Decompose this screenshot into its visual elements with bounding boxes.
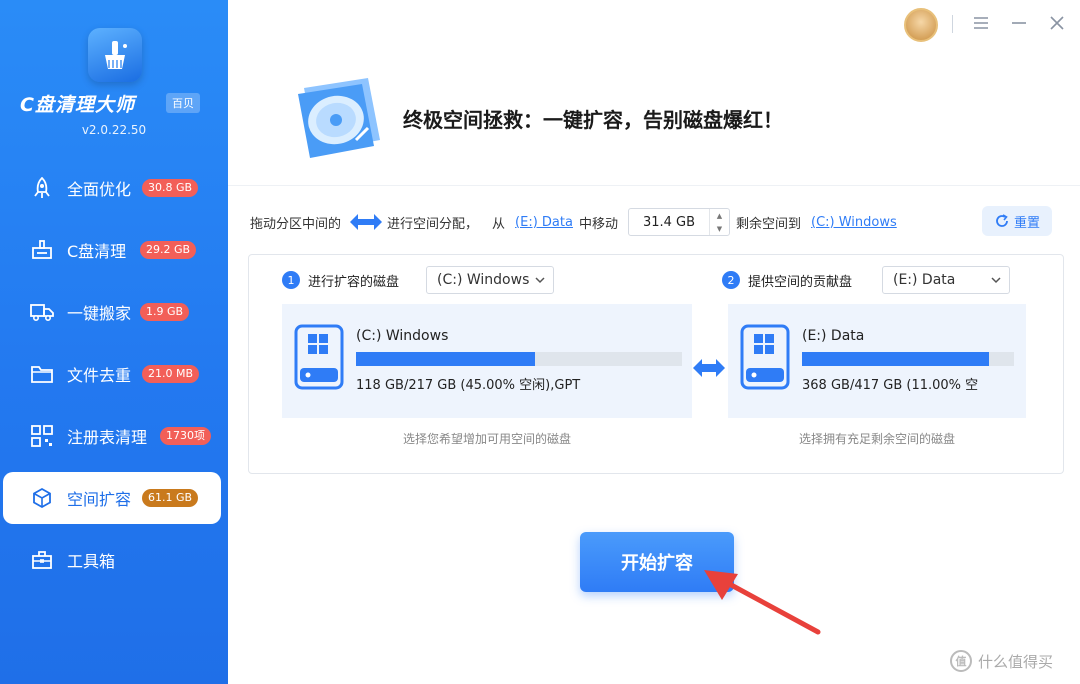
separator [952, 15, 953, 33]
count-badge: 1730项 [160, 427, 211, 445]
refresh-icon [996, 214, 1008, 227]
section-label: 进行扩容的磁盘 [308, 274, 400, 290]
watermark-text: 什么值得买 [978, 652, 1054, 671]
size-badge: 21.0 MB [142, 365, 200, 383]
step-number: 1 [282, 271, 300, 289]
sidebar-item-space-expand[interactable]: 空间扩容 61.1 GB [3, 472, 221, 524]
size-badge: 61.1 GB [142, 489, 199, 507]
size-badge: 29.2 GB [140, 241, 197, 259]
page-title: 终极空间拯救：一键扩容，告别磁盘爆红！ [403, 108, 783, 132]
watermark-logo: 值 [950, 650, 972, 672]
toolbox-icon [30, 548, 54, 572]
instruction-text: 进行空间分配， [387, 216, 479, 232]
source-disk-link[interactable]: (E:) Data [515, 215, 573, 230]
sidebar-item-label: 全面优化 [67, 180, 132, 199]
size-badge: 30.8 GB [142, 179, 199, 197]
app-version: v2.0.22.50 [81, 123, 147, 137]
truck-icon [30, 300, 54, 324]
hard-drive-icon [294, 324, 344, 390]
sidebar-item-label: 文件去重 [67, 366, 132, 385]
minimize-button[interactable] [1008, 12, 1030, 34]
chevron-down-icon [535, 277, 545, 284]
instruction-text: 拖动分区中间的 [250, 216, 342, 232]
double-arrow-icon [350, 214, 383, 230]
disk-usage-fill [802, 352, 989, 366]
menu-button[interactable] [970, 12, 992, 34]
broom-logo-icon [105, 41, 127, 69]
hard-drive-icon [740, 324, 790, 390]
reset-button[interactable]: 重置 [982, 206, 1052, 236]
window-controls [880, 0, 1080, 48]
step-number: 2 [722, 271, 740, 289]
disk-name: (E:) Data [802, 328, 865, 344]
disk-name: (C:) Windows [356, 328, 449, 344]
section-label: 提供空间的贡献盘 [748, 274, 853, 290]
amount-value: 31.4 GB [642, 214, 696, 230]
instruction-text: 中移动 [578, 216, 618, 232]
sidebar-item-label: 注册表清理 [67, 428, 148, 447]
swap-arrows-icon[interactable] [692, 356, 726, 380]
amount-stepper[interactable]: 31.4 GB ▲ ▼ [627, 208, 730, 236]
user-avatar[interactable] [904, 8, 938, 42]
expand-disk-select[interactable]: (C:) Windows [426, 266, 554, 294]
disk-info: 118 GB/217 GB (45.00% 空闲),GPT [356, 378, 581, 393]
watermark: 值 什么值得买 [950, 650, 1053, 672]
close-button[interactable] [1046, 12, 1068, 34]
donor-hint: 选择拥有充足剩余空间的磁盘 [798, 432, 955, 446]
select-value: (E:) Data [893, 272, 956, 288]
minimize-icon [1012, 22, 1026, 24]
close-icon [1050, 16, 1064, 30]
qr-grid-icon [30, 424, 54, 448]
disk-usage-bar [802, 352, 1014, 366]
sidebar-item-full-optimize[interactable]: 全面优化 30.8 GB [0, 162, 228, 214]
sidebar-item-dedupe[interactable]: 文件去重 21.0 MB [0, 348, 228, 400]
disk-usage-fill [356, 352, 536, 366]
sidebar-item-toolbox[interactable]: 工具箱 [0, 534, 228, 586]
sidebar: C盘清理大师 百贝 v2.0.22.50 全面优化 30.8 GB C盘清理 2… [0, 0, 228, 684]
disk-hero-icon [286, 70, 386, 166]
donor-section-header: 2 提供空间的贡献盘 [722, 266, 852, 294]
divider [228, 185, 1080, 186]
donor-disk-select[interactable]: (E:) Data [882, 266, 1010, 294]
sidebar-item-label: C盘清理 [67, 242, 127, 261]
reset-label: 重置 [1013, 215, 1040, 231]
rocket-icon [30, 176, 54, 200]
expand-hint: 选择您希望增加可用空间的磁盘 [402, 432, 571, 446]
hamburger-icon [974, 17, 988, 29]
app-name: C盘清理大师 [20, 94, 135, 116]
decrement-arrow-icon[interactable]: ▼ [710, 222, 729, 235]
select-value: (C:) Windows [437, 272, 530, 288]
expand-disk-card[interactable]: (C:) Windows 118 GB/217 GB (45.00% 空闲),G… [282, 304, 692, 418]
folder-icon [30, 362, 54, 386]
red-pointer-arrow-icon [704, 570, 821, 635]
instruction-text: 从 [492, 216, 506, 232]
instruction-row: 拖动分区中间的 进行空间分配， 从 (E:) Data 中移动 31.4 GB … [250, 208, 903, 236]
disk-info: 368 GB/417 GB (11.00% 空 [802, 378, 979, 393]
disk-usage-bar [356, 352, 682, 366]
sidebar-item-label: 工具箱 [67, 552, 116, 571]
broom-icon [30, 238, 54, 262]
sidebar-item-label: 空间扩容 [67, 490, 132, 509]
donor-disk-card[interactable]: (E:) Data 368 GB/417 GB (11.00% 空 [728, 304, 1026, 418]
sidebar-item-c-clean[interactable]: C盘清理 29.2 GB [0, 224, 228, 276]
sidebar-item-label: 一键搬家 [67, 304, 132, 323]
chevron-down-icon [991, 277, 1001, 284]
edition-badge: 百贝 [166, 93, 200, 113]
increment-arrow-icon[interactable]: ▲ [710, 209, 729, 222]
size-badge: 1.9 GB [140, 303, 190, 321]
instruction-text: 剩余空间到 [735, 216, 801, 232]
target-disk-link[interactable]: (C:) Windows [811, 215, 897, 230]
sidebar-item-registry[interactable]: 注册表清理 1730项 [0, 410, 228, 462]
sidebar-item-one-click-move[interactable]: 一键搬家 1.9 GB [0, 286, 228, 338]
expand-section-header: 1 进行扩容的磁盘 [282, 266, 399, 294]
cube-icon [30, 486, 54, 510]
app-logo [88, 28, 142, 82]
